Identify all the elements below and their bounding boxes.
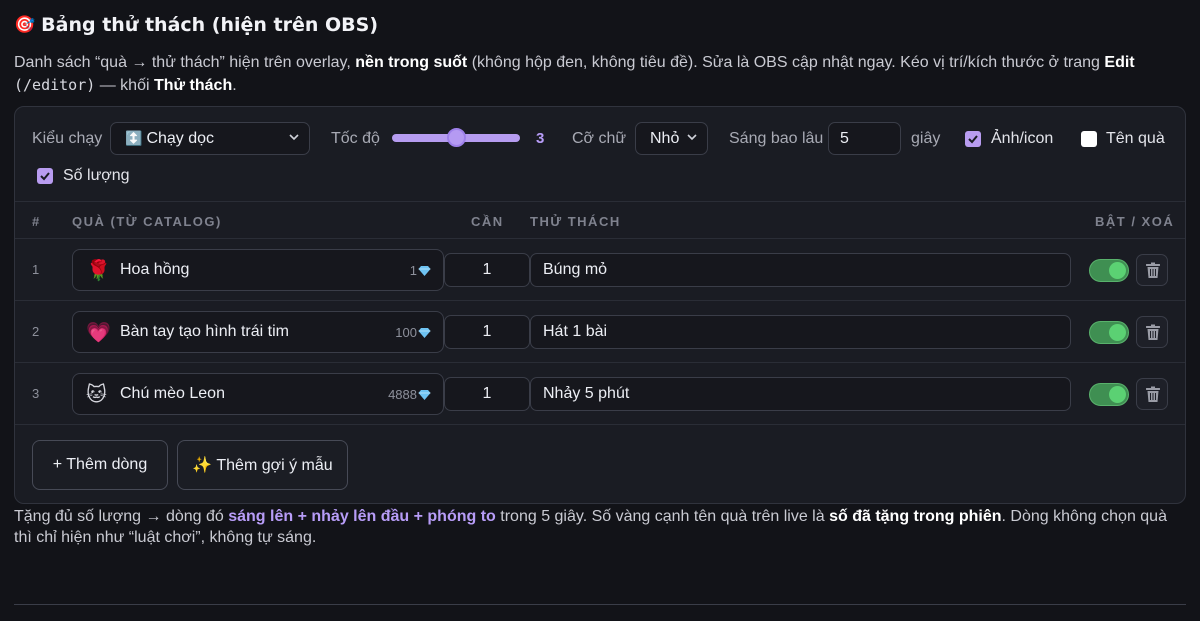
page-description: Danh sách “quà → thử thách” hiện trên ov… bbox=[14, 54, 1135, 94]
enable-toggle[interactable] bbox=[1089, 321, 1129, 344]
divider bbox=[14, 604, 1186, 605]
challenge-input[interactable]: Nhảy 5 phút bbox=[530, 377, 1071, 411]
delete-button[interactable] bbox=[1136, 254, 1168, 286]
gift-select[interactable]: 🌹 Hoa hồng 1 bbox=[72, 249, 444, 291]
header-index: # bbox=[32, 214, 41, 229]
chevron-down-icon bbox=[289, 134, 299, 141]
delete-button[interactable] bbox=[1136, 378, 1168, 410]
image-icon-checkbox[interactable] bbox=[965, 131, 981, 147]
heart-hands-icon: 💗 bbox=[86, 322, 111, 344]
challenge-panel: Kiểu chạy ↕️ Chạy dọc Tốc độ 3 Cỡ chữ Nh… bbox=[14, 106, 1186, 504]
gift-name-label: Tên quà bbox=[1106, 130, 1165, 147]
duration-unit: giây bbox=[911, 130, 941, 147]
page-title-text: Bảng thử thách (hiện trên OBS) bbox=[41, 14, 379, 36]
cat-icon: 🐱 bbox=[86, 384, 107, 406]
need-input[interactable]: 1 bbox=[444, 253, 530, 287]
add-sample-button[interactable]: ✨ Thêm gợi ý mẫu bbox=[177, 440, 348, 490]
mode-select[interactable]: ↕️ Chạy dọc bbox=[110, 122, 310, 155]
trash-icon bbox=[1146, 324, 1160, 340]
challenge-input[interactable]: Búng mỏ bbox=[530, 253, 1071, 287]
row-index: 1 bbox=[32, 262, 40, 277]
gift-select[interactable]: 💗 Bàn tay tạo hình trái tim 100 bbox=[72, 311, 444, 353]
table-row: 3 🐱 Chú mèo Leon 4888 1 Nhảy 5 phút bbox=[15, 363, 1185, 425]
challenge-input[interactable]: Hát 1 bài bbox=[530, 315, 1071, 349]
add-row-button[interactable]: + Thêm dòng bbox=[32, 440, 168, 490]
gift-name: Chú mèo Leon bbox=[120, 385, 225, 402]
speed-slider[interactable] bbox=[392, 128, 520, 147]
diamond-icon bbox=[418, 265, 431, 276]
speed-label: Tốc độ bbox=[331, 130, 380, 147]
duration-label: Sáng bao lâu bbox=[729, 130, 824, 147]
speed-value: 3 bbox=[536, 130, 545, 147]
header-gift: QUÀ (TỪ CATALOG) bbox=[72, 214, 222, 229]
delete-button[interactable] bbox=[1136, 316, 1168, 348]
header-challenge: THỬ THÁCH bbox=[530, 214, 621, 229]
image-icon-label: Ảnh/icon bbox=[991, 130, 1054, 147]
duration-input[interactable]: 5 bbox=[828, 122, 901, 155]
font-size-label: Cỡ chữ bbox=[572, 130, 627, 147]
rose-icon: 🌹 bbox=[86, 260, 111, 282]
gift-name: Hoa hồng bbox=[120, 261, 190, 278]
speed-slider-thumb[interactable] bbox=[447, 128, 466, 147]
chevron-down-icon bbox=[687, 134, 697, 141]
diamond-icon bbox=[418, 389, 431, 400]
font-size-select[interactable]: Nhỏ bbox=[635, 122, 708, 155]
need-input[interactable]: 1 bbox=[444, 377, 530, 411]
diamond-icon bbox=[418, 327, 431, 338]
gift-select[interactable]: 🐱 Chú mèo Leon 4888 bbox=[72, 373, 444, 415]
table-row: 1 🌹 Hoa hồng 1 1 Búng mỏ bbox=[15, 239, 1185, 301]
toggle-knob bbox=[1109, 262, 1126, 279]
trash-icon bbox=[1146, 262, 1160, 278]
gift-price: 1 bbox=[410, 263, 431, 278]
enable-toggle[interactable] bbox=[1089, 383, 1129, 406]
checkmark-icon bbox=[40, 172, 50, 181]
row-index: 2 bbox=[32, 324, 40, 339]
target-icon: 🎯 bbox=[14, 15, 36, 35]
gift-price: 100 bbox=[395, 325, 431, 340]
checkmark-icon bbox=[968, 135, 978, 144]
toggle-knob bbox=[1109, 386, 1126, 403]
mode-select-value: Chạy dọc bbox=[146, 129, 215, 147]
gift-name: Bàn tay tạo hình trái tim bbox=[120, 323, 289, 340]
gift-price: 4888 bbox=[388, 387, 431, 402]
updown-arrow-icon: ↕️ bbox=[125, 130, 143, 146]
header-need: CẦN bbox=[471, 214, 504, 229]
page-title: 🎯 Bảng thử thách (hiện trên OBS) bbox=[14, 14, 378, 36]
table-header: # QUÀ (TỪ CATALOG) CẦN THỬ THÁCH BẬT / X… bbox=[15, 201, 1185, 239]
trash-icon bbox=[1146, 386, 1160, 402]
font-size-select-value: Nhỏ bbox=[650, 129, 680, 147]
footer-note: Tặng đủ số lượng → dòng đó sáng lên + nh… bbox=[14, 508, 1167, 546]
row-index: 3 bbox=[32, 386, 40, 401]
toggle-knob bbox=[1109, 324, 1126, 341]
quantity-checkbox[interactable] bbox=[37, 168, 53, 184]
mode-label: Kiểu chạy bbox=[32, 130, 103, 147]
enable-toggle[interactable] bbox=[1089, 259, 1129, 282]
quantity-label: Số lượng bbox=[63, 167, 130, 184]
table-row: 2 💗 Bàn tay tạo hình trái tim 100 1 Hát … bbox=[15, 301, 1185, 363]
need-input[interactable]: 1 bbox=[444, 315, 530, 349]
header-actions: BẬT / XOÁ bbox=[1095, 214, 1175, 229]
gift-name-checkbox[interactable] bbox=[1081, 131, 1097, 147]
